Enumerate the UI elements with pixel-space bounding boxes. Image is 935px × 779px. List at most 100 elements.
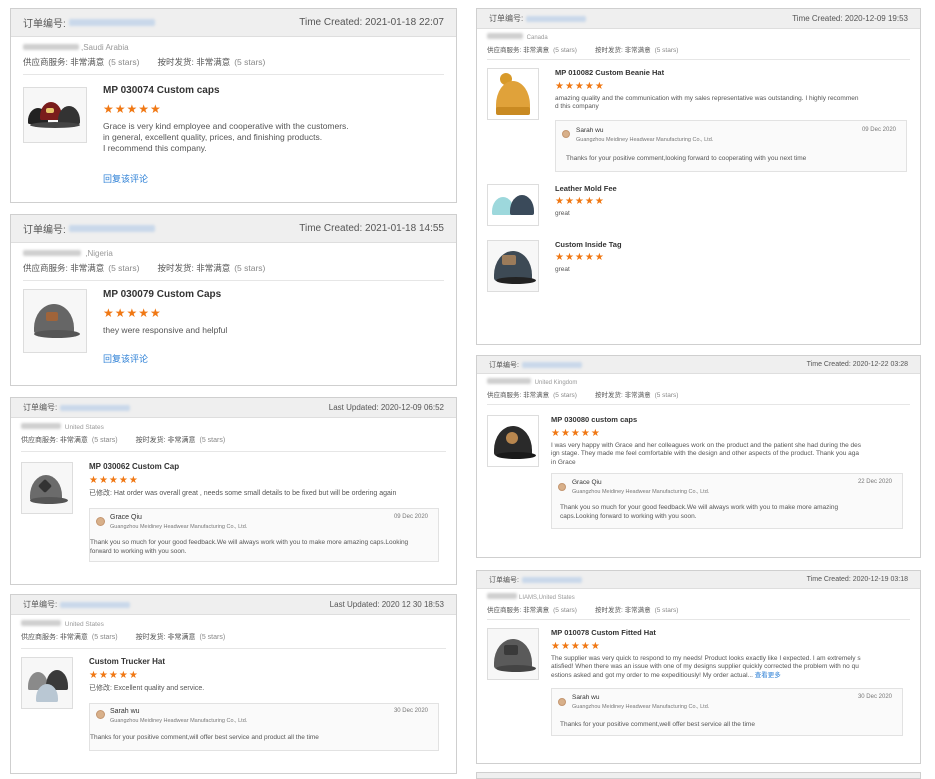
review-card: 订单编号: Time Created: 2021-01-18 22:07 ,Sa… — [10, 8, 457, 203]
avatar — [562, 129, 570, 138]
reply-date: 09 Dec 2020 — [861, 126, 896, 133]
order-number: 订单编号: — [23, 599, 131, 610]
review-card: 订单编号: Time Created: 2020-12-09 19:53 Can… — [476, 8, 921, 345]
review-text: Grace is very kind employee and cooperat… — [103, 121, 349, 154]
product-title[interactable]: Custom Trucker Hat — [89, 657, 446, 666]
product-thumbnail[interactable] — [487, 68, 539, 120]
review-card: 订单编号: Time Created: 2021-01-18 14:55 ,Ni… — [10, 214, 457, 386]
review-text: 已修改: Hat order was overall great , needs… — [89, 490, 397, 497]
buyer-info: Canada — [477, 29, 920, 41]
reply-date: 30 Dec 2020 — [857, 694, 892, 701]
card-header: 订单编号: Time Created: 2021-01-18 14:55 — [11, 215, 456, 243]
time-created: Time Created: 2020-12-19 03:18 — [806, 576, 908, 583]
review-text: amazing quality and the communication wi… — [555, 95, 859, 111]
reply-text: Thanks for your positive comment,will of… — [90, 734, 319, 742]
view-more-link[interactable]: 查看更多 — [755, 672, 781, 679]
reply-link[interactable]: 回复该评论 — [103, 172, 444, 185]
card-header: 订单编号: Time Created: 2021-01-18 22:07 — [11, 9, 456, 37]
product-title[interactable]: MP 010082 Custom Beanie Hat — [555, 68, 910, 77]
reply-author: Sarah wu — [576, 126, 604, 134]
review-card-partial — [476, 772, 921, 779]
star-rating: ★★★★★ — [555, 195, 605, 207]
reply-date: 30 Dec 2020 — [393, 708, 428, 715]
time-created: Time Created: 2020-12-22 03:28 — [806, 361, 908, 368]
product-title[interactable]: MP 010078 Custom Fitted Hat — [551, 628, 910, 637]
star-rating: ★★★★★ — [551, 641, 601, 652]
product-title[interactable]: Custom Inside Tag — [555, 240, 910, 249]
star-rating: ★★★★★ — [555, 251, 605, 263]
reply-text: Thank you so much for your good feedback… — [560, 504, 839, 520]
buyer-info: United States — [11, 418, 456, 431]
ratings-row: 供应商服务: 非常满意 (5 stars) 按时发货: 非常满意 (5 stars) — [487, 392, 679, 399]
product-title[interactable]: MP 030080 custom caps — [551, 415, 910, 424]
review-text: great — [555, 209, 570, 217]
buyer-info: ,Nigeria — [11, 243, 456, 258]
card-header: 订单编号: Last Updated: 2020-12-09 06:52 — [11, 398, 456, 418]
product-thumbnail[interactable] — [487, 183, 539, 226]
reply-company: Guangzhou Meidiney Headwear Manufacturin… — [572, 489, 710, 496]
buyer-info: ,Saudi Arabia — [11, 37, 456, 52]
star-rating: ★★★★★ — [89, 670, 139, 681]
last-updated: Last Updated: 2020-12-09 06:52 — [328, 403, 444, 412]
review-text: The supplier was very quick to respond t… — [551, 655, 861, 679]
review-text: I was very happy with Grace and her coll… — [551, 442, 862, 466]
last-updated: Last Updated: 2020 12 30 18:53 — [329, 600, 444, 609]
supplier-reply: Sarah wu Guangzhou Meidiney Headwear Man… — [551, 688, 903, 737]
reply-text: Thanks for your positive comment,well of… — [560, 721, 755, 729]
product-thumbnail[interactable] — [21, 657, 73, 709]
time-created: Time Created: 2021-01-18 14:55 — [299, 223, 444, 234]
ratings-row: 供应商服务: 非常满意 (5 stars) 按时发货: 非常满意 (5 stars) — [487, 47, 679, 54]
product-title[interactable]: Leather Mold Fee — [555, 184, 910, 193]
product-title[interactable]: MP 030074 Custom caps — [103, 85, 444, 96]
time-created: Time Created: 2020-12-09 19:53 — [792, 14, 908, 23]
ratings-row: 供应商服务: 非常满意 (5 stars) 按时发货: 非常满意 (5 stars) — [23, 263, 266, 273]
buyer-info: LIAMS,United States — [477, 589, 920, 601]
review-text: they were responsive and helpful — [103, 325, 228, 335]
product-thumbnail[interactable] — [21, 462, 73, 514]
reply-link[interactable]: 回复该评论 — [103, 352, 444, 365]
product-title[interactable]: MP 030079 Custom Caps — [103, 289, 444, 300]
ratings-row: 供应商服务: 非常满意 (5 stars) 按时发货: 非常满意 (5 stars) — [21, 634, 226, 641]
review-card: 订单编号: Time Created: 2020-12-19 03:18 LIA… — [476, 570, 921, 764]
reply-company: Guangzhou Meidiney Headwear Manufacturin… — [576, 136, 714, 143]
review-card: 订单编号: Last Updated: 2020 12 30 18:53 Uni… — [10, 594, 457, 774]
ratings-row: 供应商服务: 非常满意 (5 stars) 按时发货: 非常满意 (5 stars) — [23, 57, 266, 67]
order-number-label: 订单编号: — [23, 19, 66, 30]
time-created: Time Created: 2021-01-18 22:07 — [299, 17, 444, 28]
supplier-reply: Grace Qiu Guangzhou Meidiney Headwear Ma… — [89, 508, 439, 563]
product-thumbnail[interactable] — [487, 415, 539, 467]
order-number: 订单编号: — [23, 402, 131, 413]
star-rating: ★★★★★ — [551, 428, 601, 439]
reply-text: Thanks for your positive comment,looking… — [566, 154, 807, 162]
star-rating: ★★★★★ — [89, 475, 139, 486]
reply-text: Thank you so much for your good feedback… — [90, 539, 409, 555]
star-rating: ★★★★★ — [103, 102, 162, 116]
avatar — [96, 710, 105, 720]
supplier-reply: Grace Qiu Guangzhou Meidiney Headwear Ma… — [551, 473, 903, 530]
review-card: 订单编号: Time Created: 2020-12-22 03:28 Uni… — [476, 355, 921, 558]
reply-company: Guangzhou Meidiney Headwear Manufacturin… — [110, 524, 248, 531]
product-thumbnail[interactable] — [23, 289, 87, 353]
product-thumbnail[interactable] — [487, 628, 539, 680]
order-number: 订单编号: — [23, 15, 155, 30]
review-text: great — [555, 265, 570, 273]
product-thumbnail[interactable] — [487, 239, 539, 292]
card-header: 订单编号: Time Created: 2020-12-09 19:53 — [477, 9, 920, 29]
order-number: 订单编号: — [489, 575, 582, 585]
card-header: 订单编号: Time Created: 2020-12-19 03:18 — [477, 571, 920, 589]
order-number: 订单编号: — [489, 13, 587, 24]
ratings-row: 供应商服务: 非常满意 (5 stars) 按时发货: 非常满意 (5 stars) — [487, 607, 679, 614]
buyer-info: United Kingdom — [477, 374, 920, 386]
reply-author: Grace Qiu — [572, 479, 602, 487]
product-thumbnail[interactable] — [23, 87, 87, 143]
supplier-reply: Sarah wu Guangzhou Meidiney Headwear Man… — [555, 119, 907, 172]
order-number: 订单编号: — [489, 360, 582, 370]
reply-author: Sarah wu — [572, 694, 600, 702]
order-number: 订单编号: — [23, 221, 155, 236]
star-rating: ★★★★★ — [103, 306, 162, 320]
product-title[interactable]: MP 030062 Custom Cap — [89, 462, 446, 471]
reply-date: 22 Dec 2020 — [857, 479, 892, 486]
reply-author: Grace Qiu — [110, 514, 142, 522]
reply-date: 09 Dec 2020 — [393, 514, 428, 521]
review-card: 订单编号: Last Updated: 2020-12-09 06:52 Uni… — [10, 397, 457, 585]
